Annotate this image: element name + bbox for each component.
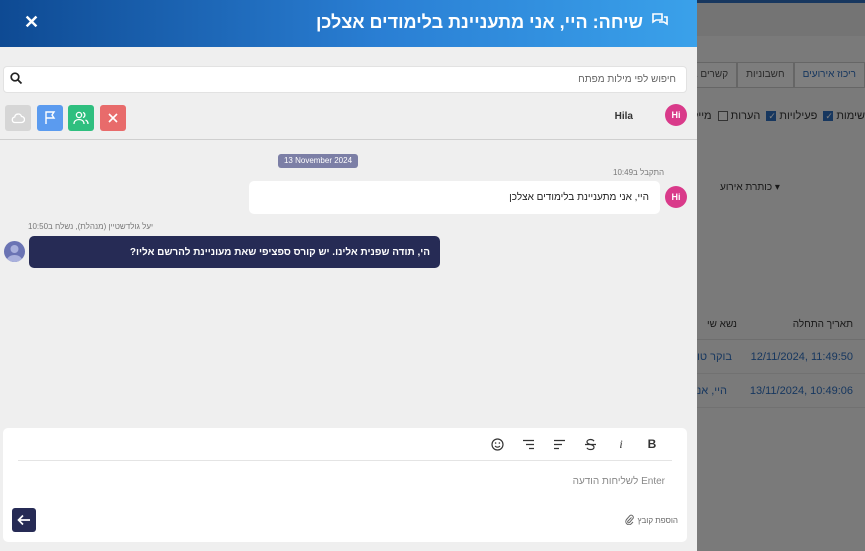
formatting-toolbar: B i	[490, 436, 659, 452]
outgoing-message-text: הי, תודה שפנית אלינו. יש קורס ספציפי שאת…	[129, 247, 430, 258]
emoji-button[interactable]	[490, 437, 504, 451]
x-icon	[108, 113, 118, 123]
close-conversation-button[interactable]	[100, 105, 126, 131]
incoming-message-meta: התקבל ב10:49	[613, 168, 665, 177]
user-name: Hila	[614, 111, 633, 122]
attach-file-button[interactable]: הוספת קובץ	[625, 514, 678, 527]
chat-icon	[651, 12, 669, 33]
paperclip-icon	[625, 514, 635, 527]
users-icon	[73, 111, 89, 125]
align-right-icon	[522, 439, 534, 449]
arrow-left-icon	[17, 514, 30, 526]
italic-button[interactable]: i	[614, 437, 628, 451]
cloud-upload-button[interactable]	[5, 105, 31, 131]
align-right-button[interactable]	[521, 437, 535, 451]
send-button[interactable]	[12, 508, 36, 532]
chat-title: שיחה: היי, אני מתעניינת בלימודים אצלכן	[316, 12, 669, 33]
message-composer: B i הוספת קובץ	[3, 428, 687, 542]
person-icon	[6, 245, 23, 262]
align-left-button[interactable]	[552, 437, 566, 451]
incoming-message-bubble: היי, אני מתעניינת בלימודים אצלכן	[249, 181, 660, 214]
composer-divider	[18, 460, 672, 461]
assign-users-button[interactable]	[68, 105, 94, 131]
conversation-user-row: Hila Hi	[0, 100, 697, 140]
smiley-icon	[490, 437, 504, 451]
avatar: Hi	[665, 186, 687, 208]
search-input[interactable]	[36, 67, 686, 92]
search-icon[interactable]	[10, 72, 24, 86]
search-bar	[3, 66, 687, 93]
outgoing-message-meta: יעל גולדשטיין (מנהלת), נשלח ב10:50	[28, 222, 154, 231]
flag-icon	[45, 111, 56, 124]
incoming-message-text: היי, אני מתעניינת בלימודים אצלכן	[509, 192, 649, 203]
agent-avatar	[4, 241, 25, 262]
date-badge: 13 November 2024	[278, 154, 358, 168]
strikethrough-button[interactable]	[583, 437, 597, 451]
strikethrough-icon	[584, 438, 596, 450]
bold-button[interactable]: B	[645, 437, 659, 451]
chat-header: שיחה: היי, אני מתעניינת בלימודים אצלכן ✕	[0, 0, 697, 47]
message-input[interactable]	[18, 470, 665, 498]
align-left-icon	[553, 439, 565, 449]
outgoing-message-bubble: הי, תודה שפנית אלינו. יש קורס ספציפי שאת…	[29, 236, 440, 268]
flag-button[interactable]	[37, 105, 63, 131]
avatar: Hi	[665, 104, 687, 126]
cloud-icon	[11, 113, 25, 124]
chat-panel: שיחה: היי, אני מתעניינת בלימודים אצלכן ✕…	[0, 0, 697, 551]
close-icon[interactable]: ✕	[24, 12, 39, 33]
